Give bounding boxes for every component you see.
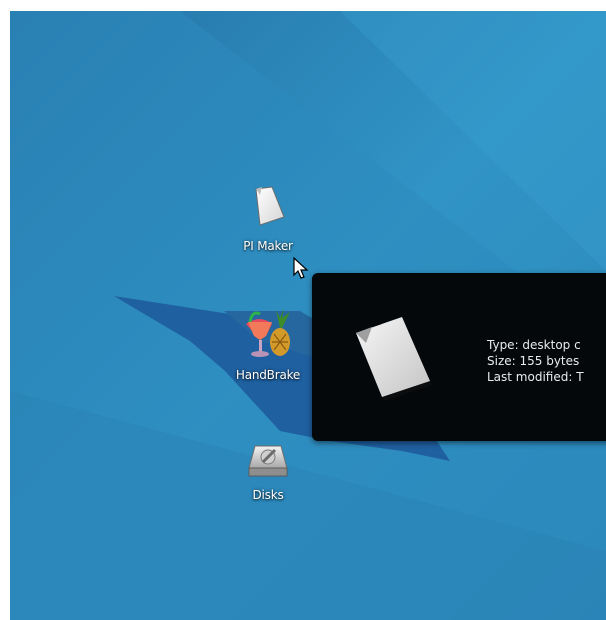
file-info-tooltip: Type: desktop c Size: 155 bytes Last mod… <box>312 273 606 441</box>
file-info-text: Type: desktop c Size: 155 bytes Last mod… <box>487 337 584 385</box>
desktop-icon-label: PI Maker <box>243 239 293 253</box>
desktop-icon-disks[interactable]: Disks <box>213 442 323 502</box>
disk-drive-icon <box>248 445 288 477</box>
desktop-icon-label: HandBrake <box>235 368 301 382</box>
desktop-icon-pi-maker[interactable]: PI Maker <box>213 183 323 253</box>
file-size-line: Size: 155 bytes <box>487 354 580 368</box>
file-modified-line: Last modified: T <box>487 370 584 384</box>
desktop-icon-label: Disks <box>252 488 284 502</box>
desktop[interactable]: PI Maker HandBrake Disks Type: desktop c… <box>10 11 606 620</box>
desktop-icon-handbrake[interactable]: HandBrake <box>213 304 323 382</box>
file-type-line: Type: desktop c <box>487 338 581 352</box>
document-icon <box>356 317 432 401</box>
document-icon <box>255 186 285 226</box>
mouse-cursor-icon <box>293 257 309 279</box>
handbrake-icon <box>246 308 290 357</box>
